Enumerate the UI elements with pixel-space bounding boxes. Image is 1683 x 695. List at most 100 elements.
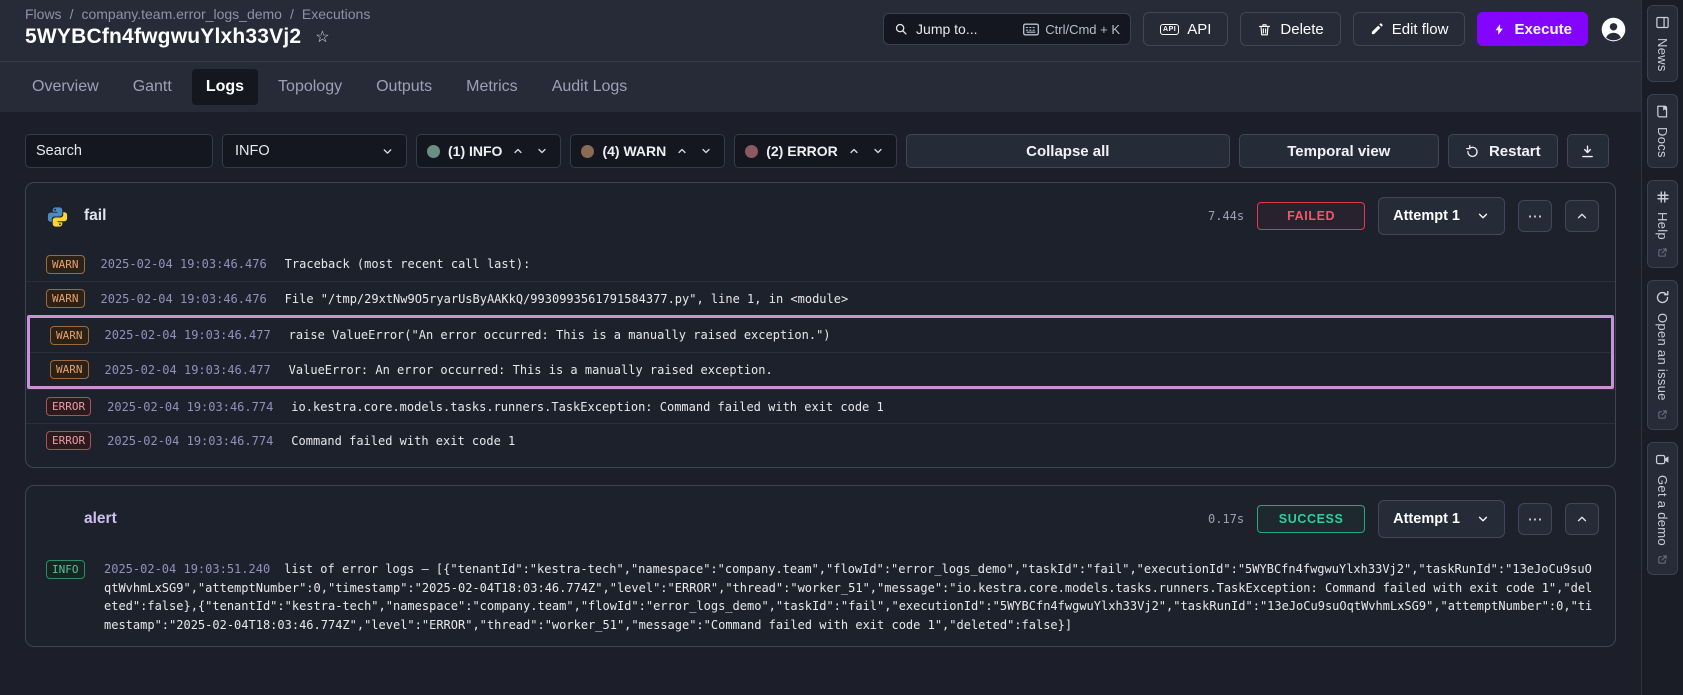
warn-count-chip[interactable]: (4) WARN bbox=[570, 134, 725, 168]
more-options-button[interactable]: ⋯ bbox=[1518, 200, 1552, 232]
tab-topology[interactable]: Topology bbox=[264, 69, 356, 105]
restart-icon bbox=[1465, 144, 1480, 159]
ellipsis-icon: ⋯ bbox=[1528, 207, 1543, 225]
more-options-button[interactable]: ⋯ bbox=[1518, 503, 1552, 535]
breadcrumb-separator: / bbox=[70, 6, 74, 22]
rail-docs-button[interactable]: Docs bbox=[1647, 94, 1678, 168]
news-icon bbox=[1655, 15, 1670, 30]
log-message-wrapped: 2025-02-04 19:03:51.240list of error log… bbox=[104, 560, 1595, 634]
chevron-up-icon[interactable] bbox=[674, 145, 690, 157]
api-icon: API bbox=[1160, 24, 1179, 35]
info-count-chip[interactable]: (1) INFO bbox=[416, 134, 561, 168]
error-count-chip[interactable]: (2) ERROR bbox=[734, 134, 897, 168]
chevron-down-icon[interactable] bbox=[870, 145, 886, 157]
download-logs-button[interactable] bbox=[1567, 134, 1609, 168]
log-search bbox=[25, 134, 213, 168]
task-name[interactable]: alert bbox=[84, 510, 117, 528]
task-duration: 0.17s bbox=[1208, 512, 1244, 526]
attempt-select[interactable]: Attempt 1 bbox=[1378, 500, 1505, 538]
filter-bar: INFO (1) INFO (4) WARN bbox=[25, 134, 1616, 168]
tab-bar: Overview Gantt Logs Topology Outputs Met… bbox=[0, 62, 1641, 112]
log-message: ValueError: An error occurred: This is a… bbox=[289, 363, 773, 377]
rail-news-button[interactable]: News bbox=[1647, 5, 1678, 82]
warn-level-dot bbox=[581, 145, 594, 158]
collapse-all-button[interactable]: Collapse all bbox=[906, 134, 1230, 168]
tab-audit-logs[interactable]: Audit Logs bbox=[538, 69, 642, 105]
delete-button[interactable]: Delete bbox=[1240, 12, 1340, 46]
search-icon bbox=[894, 22, 908, 36]
log-message: list of error logs — [{"tenantId":"kestr… bbox=[104, 562, 1592, 632]
chevron-down-icon bbox=[1476, 209, 1490, 223]
log-message: io.kestra.core.models.tasks.runners.Task… bbox=[291, 400, 883, 414]
log-message: File "/tmp/29xtNw9O5ryarUsByAAKkQ/993099… bbox=[285, 292, 849, 306]
status-badge-failed: FAILED bbox=[1257, 202, 1365, 230]
lightning-icon bbox=[1493, 22, 1506, 37]
jump-to-search[interactable]: Jump to... Ctrl/Cmd + K bbox=[883, 13, 1131, 45]
breadcrumb-namespace-flow[interactable]: company.team.error_logs_demo bbox=[81, 6, 282, 22]
log-level-select[interactable]: INFO bbox=[222, 134, 407, 168]
external-link-icon bbox=[1657, 409, 1668, 420]
tab-gantt[interactable]: Gantt bbox=[119, 69, 186, 105]
log-row: WARN 2025-02-04 19:03:46.476 File "/tmp/… bbox=[26, 281, 1615, 315]
tab-metrics[interactable]: Metrics bbox=[452, 69, 532, 105]
tab-logs[interactable]: Logs bbox=[192, 69, 258, 105]
breadcrumb-flows[interactable]: Flows bbox=[25, 6, 62, 22]
execute-button[interactable]: Execute bbox=[1477, 12, 1588, 46]
task-duration: 7.44s bbox=[1208, 209, 1244, 223]
trash-icon bbox=[1257, 22, 1272, 37]
status-badge-success: SUCCESS bbox=[1257, 505, 1365, 533]
search-input[interactable] bbox=[36, 143, 223, 159]
external-link-icon bbox=[1657, 247, 1668, 258]
tab-overview[interactable]: Overview bbox=[18, 69, 113, 105]
chevron-down-icon bbox=[1476, 512, 1490, 526]
rail-open-issue-button[interactable]: Open an issue bbox=[1647, 280, 1678, 430]
temporal-view-button[interactable]: Temporal view bbox=[1239, 134, 1439, 168]
log-row: INFO 2025-02-04 19:03:51.240list of erro… bbox=[26, 550, 1615, 646]
api-button[interactable]: API API bbox=[1143, 12, 1228, 46]
chevron-up-icon bbox=[1575, 209, 1589, 223]
breadcrumb-executions[interactable]: Executions bbox=[302, 6, 370, 22]
chevron-up-icon[interactable] bbox=[846, 145, 862, 157]
jump-to-label: Jump to... bbox=[916, 21, 1015, 37]
chevron-down-icon[interactable] bbox=[698, 145, 714, 157]
info-level-badge: INFO bbox=[46, 560, 85, 579]
chevron-up-icon[interactable] bbox=[510, 145, 526, 157]
warn-level-badge: WARN bbox=[50, 360, 89, 379]
log-row: ERROR 2025-02-04 19:03:46.774 Command fa… bbox=[26, 423, 1615, 457]
task-log-panel-alert: alert 0.17s SUCCESS Attempt 1 ⋯ bbox=[25, 485, 1616, 647]
edit-flow-button[interactable]: Edit flow bbox=[1353, 12, 1466, 46]
log-rows: WARN 2025-02-04 19:03:46.476 Traceback (… bbox=[26, 247, 1615, 467]
task-name[interactable]: fail bbox=[84, 207, 106, 225]
attempt-select[interactable]: Attempt 1 bbox=[1378, 197, 1505, 235]
top-bar-actions: Jump to... Ctrl/Cmd + K API API bbox=[883, 12, 1627, 46]
log-row: ERROR 2025-02-04 19:03:46.774 io.kestra.… bbox=[26, 389, 1615, 423]
error-level-dot bbox=[745, 145, 758, 158]
ellipsis-icon: ⋯ bbox=[1528, 510, 1543, 528]
collapse-panel-button[interactable] bbox=[1565, 503, 1599, 535]
top-bar: Flows / company.team.error_logs_demo / E… bbox=[0, 0, 1641, 62]
tab-outputs[interactable]: Outputs bbox=[362, 69, 446, 105]
warn-level-badge: WARN bbox=[46, 289, 85, 308]
log-row: WARN 2025-02-04 19:03:46.477 raise Value… bbox=[30, 318, 1611, 352]
panel-header-actions: 7.44s FAILED Attempt 1 ⋯ bbox=[1208, 197, 1599, 235]
rail-label: Open an issue bbox=[1655, 313, 1670, 401]
book-icon bbox=[1655, 104, 1670, 119]
app-window: Flows / company.team.error_logs_demo / E… bbox=[0, 0, 1683, 695]
collapse-panel-button[interactable] bbox=[1565, 200, 1599, 232]
panel-header: fail 7.44s FAILED Attempt 1 ⋯ bbox=[26, 183, 1615, 247]
log-timestamp: 2025-02-04 19:03:46.477 bbox=[105, 328, 271, 342]
rail-help-button[interactable]: Help bbox=[1647, 180, 1678, 269]
favorite-star-icon[interactable]: ☆ bbox=[315, 27, 329, 47]
right-side-rail: News Docs Help Open an issue bbox=[1641, 0, 1683, 695]
chevron-down-icon bbox=[381, 145, 394, 158]
warn-level-badge: WARN bbox=[46, 255, 85, 274]
chevron-down-icon[interactable] bbox=[534, 145, 550, 157]
log-row: WARN 2025-02-04 19:03:46.476 Traceback (… bbox=[26, 247, 1615, 281]
top-bar-left: Flows / company.team.error_logs_demo / E… bbox=[25, 6, 370, 49]
log-timestamp: 2025-02-04 19:03:46.476 bbox=[101, 257, 267, 271]
restart-button[interactable]: Restart bbox=[1448, 134, 1558, 168]
log-timestamp: 2025-02-04 19:03:46.774 bbox=[107, 434, 273, 448]
rail-get-demo-button[interactable]: Get a demo bbox=[1647, 442, 1678, 575]
user-avatar[interactable] bbox=[1600, 16, 1627, 43]
breadcrumb-separator: / bbox=[290, 6, 294, 22]
